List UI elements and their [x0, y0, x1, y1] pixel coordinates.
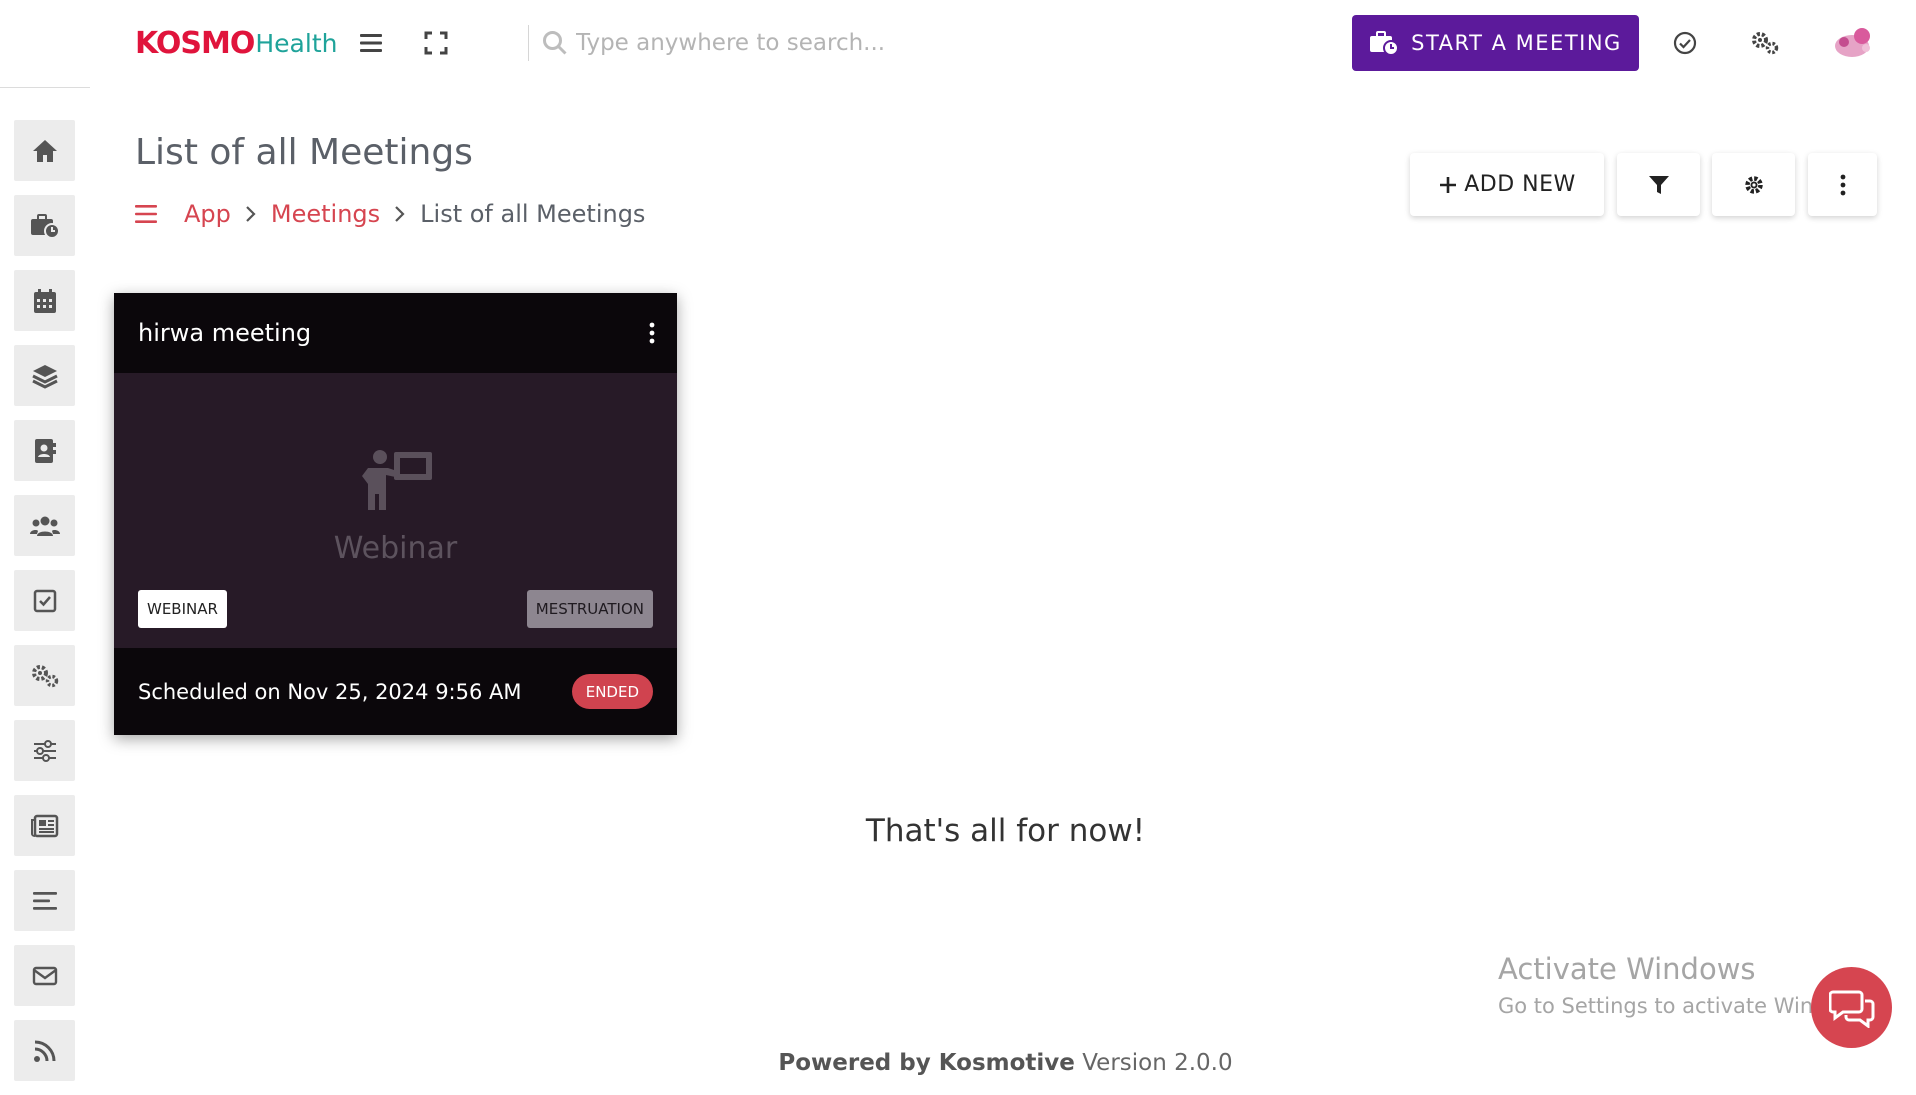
avatar-image [1835, 28, 1870, 57]
watermark-title: Activate Windows [1498, 952, 1756, 986]
sidebar-item-home[interactable] [14, 120, 75, 181]
more-vertical-icon [649, 322, 655, 344]
filter-icon [1648, 175, 1669, 194]
briefcase-clock-icon [1370, 31, 1400, 56]
users-icon [29, 516, 60, 536]
gear-icon [1744, 175, 1763, 194]
meeting-type-label: Webinar [333, 531, 458, 566]
filter-button[interactable] [1617, 153, 1700, 216]
settings-button[interactable] [1748, 26, 1782, 60]
page-title: List of all Meetings [135, 132, 473, 173]
gears-icon [1752, 32, 1779, 55]
menu-icon [360, 34, 382, 52]
breadcrumb-menu-button[interactable] [134, 204, 158, 224]
app-logo[interactable]: KOSMO Health [135, 25, 338, 61]
chat-button[interactable] [1811, 967, 1892, 1048]
more-vertical-icon [1840, 174, 1845, 195]
app-version: Version 2.0.0 [1082, 1050, 1233, 1076]
header-divider [0, 87, 90, 88]
start-meeting-button[interactable]: START A MEETING [1352, 15, 1639, 71]
sidebar-item-settings[interactable] [14, 645, 75, 706]
sidebar-item-list[interactable] [14, 870, 75, 931]
meeting-title: hirwa meeting [138, 319, 312, 347]
menu-toggle-button[interactable] [354, 26, 388, 60]
meeting-card[interactable]: hirwa meeting Webinar WEBINAR MESTRUATIO… [114, 293, 677, 735]
breadcrumb-meetings-link[interactable]: Meetings [271, 200, 380, 228]
meeting-schedule: Scheduled on Nov 25, 2024 9:56 AM [138, 679, 522, 704]
card-footer: Scheduled on Nov 25, 2024 9:56 AM ENDED [114, 648, 677, 735]
sidebar-item-messages[interactable] [14, 945, 75, 1006]
card-body: Webinar WEBINAR MESTRUATION [114, 373, 677, 648]
sidebar-item-calendar[interactable] [14, 270, 75, 331]
status-badge: ENDED [571, 674, 653, 709]
chat-bubbles-icon [1828, 990, 1874, 1028]
check-circle-icon [1673, 31, 1697, 55]
menu-icon [135, 205, 157, 223]
breadcrumb-app-link[interactable]: App [184, 200, 231, 228]
envelope-icon [32, 966, 57, 985]
more-options-button[interactable] [1808, 153, 1877, 216]
chevron-right-icon [245, 205, 257, 223]
contact-book-icon [34, 438, 56, 463]
search-icon [543, 31, 567, 55]
calendar-icon [33, 288, 56, 313]
card-menu-button[interactable] [649, 322, 655, 344]
sidebar-item-contacts[interactable] [14, 420, 75, 481]
search-input[interactable] [576, 30, 996, 56]
view-settings-button[interactable] [1712, 153, 1795, 216]
breadcrumb: App Meetings List of all Meetings [134, 197, 645, 231]
sidebar-item-users[interactable] [14, 495, 75, 556]
add-new-label: ADD NEW [1464, 172, 1576, 197]
add-new-button[interactable]: ADD NEW [1410, 153, 1604, 216]
tasks-button[interactable] [1668, 26, 1702, 60]
search-separator [528, 25, 529, 61]
end-of-list-message: That's all for now! [865, 813, 1146, 849]
presenter-board-icon [362, 450, 432, 510]
sidebar-item-preferences[interactable] [14, 720, 75, 781]
sidebar-item-meetings[interactable] [14, 195, 75, 256]
sidebar-item-layers[interactable] [14, 345, 75, 406]
logo-primary-text: KOSMO [135, 25, 255, 61]
home-icon [32, 139, 57, 162]
card-header: hirwa meeting [114, 293, 677, 373]
checkbox-icon [33, 589, 56, 612]
list-icon [32, 891, 57, 910]
footer-powered-by: Powered by Kosmotive Version 2.0.0 [0, 1050, 1916, 1076]
powered-prefix: Powered by [778, 1050, 931, 1076]
tag-topic: MESTRUATION [526, 590, 653, 628]
sidebar-item-tasks[interactable] [14, 570, 75, 631]
chevron-right-icon [394, 205, 406, 223]
gears-icon [31, 664, 58, 687]
briefcase-clock-icon [30, 213, 60, 239]
plus-icon [1440, 176, 1457, 193]
logo-secondary-text: Health [255, 28, 338, 58]
fullscreen-icon [424, 31, 448, 55]
fullscreen-button[interactable] [419, 26, 453, 60]
breadcrumb-current: List of all Meetings [420, 200, 646, 228]
powered-brand: Kosmotive [938, 1050, 1075, 1076]
start-meeting-label: START A MEETING [1411, 31, 1622, 55]
sidebar [14, 120, 76, 1095]
top-header: KOSMO Health START A MEETING [0, 0, 1916, 86]
tag-webinar: WEBINAR [138, 590, 227, 628]
avatar[interactable] [1832, 24, 1874, 60]
layers-icon [31, 364, 58, 389]
search-bar [542, 26, 1002, 60]
sliders-icon [33, 739, 56, 762]
